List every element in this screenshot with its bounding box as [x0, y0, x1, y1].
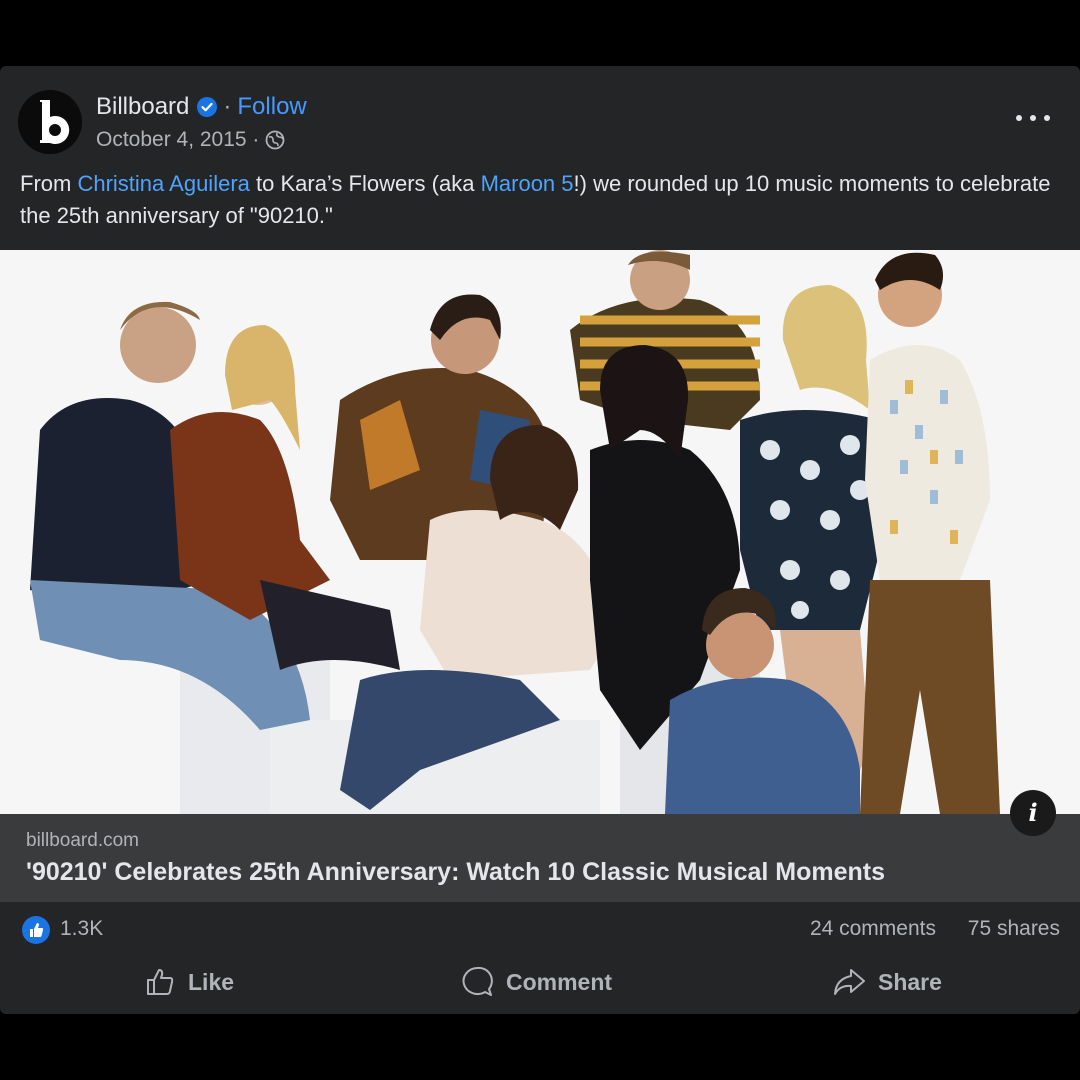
post-author-name[interactable]: Billboard	[96, 93, 189, 121]
link-domain: billboard.com	[26, 830, 139, 851]
billboard-logo-icon	[18, 90, 82, 154]
christina-aguilera-link[interactable]: Christina Aguilera	[77, 171, 249, 196]
comment-label: Comment	[506, 968, 613, 995]
link-preview[interactable]: billboard.com '90210' Celebrates 25th An…	[0, 814, 1080, 902]
caption-text: to Kara’s Flowers (aka	[249, 171, 481, 196]
comment-button[interactable]: Comment	[460, 958, 612, 1006]
caption-text: From	[20, 171, 78, 196]
shares-count[interactable]: 75 shares	[968, 917, 1060, 941]
comment-icon	[462, 966, 493, 996]
facebook-post-card: Billboard · Follow October 4, 2015 · Fro…	[0, 66, 1080, 1014]
post-author-row: Billboard · Follow	[96, 92, 307, 122]
share-label: Share	[878, 968, 942, 995]
post-caption: From Christina Aguilera to Kara’s Flower…	[20, 168, 1060, 232]
cast-group-photo	[0, 250, 1080, 814]
like-button[interactable]: Like	[144, 958, 234, 1006]
more-options-icon[interactable]	[1016, 108, 1050, 128]
post-date[interactable]: October 4, 2015 ·	[96, 128, 259, 152]
verified-badge-icon	[197, 97, 218, 117]
comments-count[interactable]: 24 comments	[810, 917, 936, 941]
follow-button[interactable]: Follow	[237, 93, 306, 121]
like-reaction-icon	[22, 916, 50, 944]
like-label: Like	[188, 968, 235, 995]
post-meta-row: October 4, 2015 ·	[96, 126, 285, 154]
maroon-5-link[interactable]: Maroon 5	[481, 171, 574, 196]
globe-icon	[266, 130, 285, 150]
post-photo[interactable]	[0, 250, 1080, 814]
share-arrow-icon	[834, 969, 865, 995]
separator-dot: ·	[223, 93, 232, 120]
post-header: Billboard · Follow October 4, 2015 · Fro…	[0, 66, 1080, 250]
share-button[interactable]: Share	[832, 958, 942, 1006]
post-actions-bar: Like Comment Share	[0, 958, 1080, 1014]
reaction-count[interactable]: 1.3K	[60, 917, 103, 941]
thumbs-up-icon	[147, 969, 174, 995]
billboard-avatar[interactable]	[18, 90, 82, 154]
info-icon[interactable]: i	[1010, 790, 1056, 836]
engagement-stats: 1.3K 24 comments 75 shares	[0, 902, 1080, 958]
link-title[interactable]: '90210' Celebrates 25th Anniversary: Wat…	[26, 858, 885, 887]
